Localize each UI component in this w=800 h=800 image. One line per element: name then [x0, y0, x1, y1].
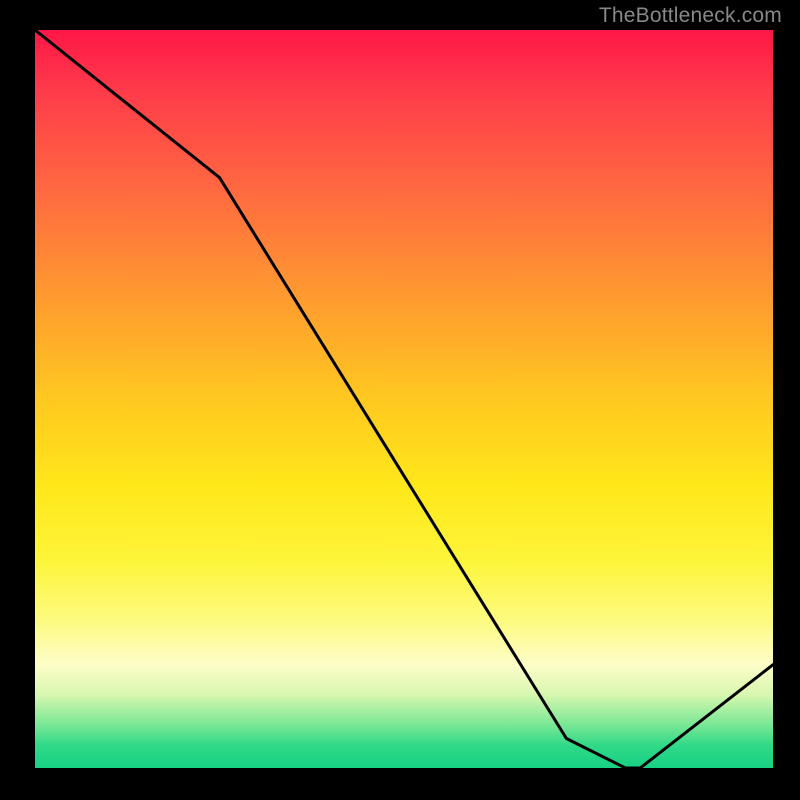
chart-container: TheBottleneck.com	[0, 0, 800, 800]
plot-area	[35, 30, 773, 768]
bottleneck-curve	[35, 30, 773, 768]
watermark-text: TheBottleneck.com	[599, 4, 782, 28]
